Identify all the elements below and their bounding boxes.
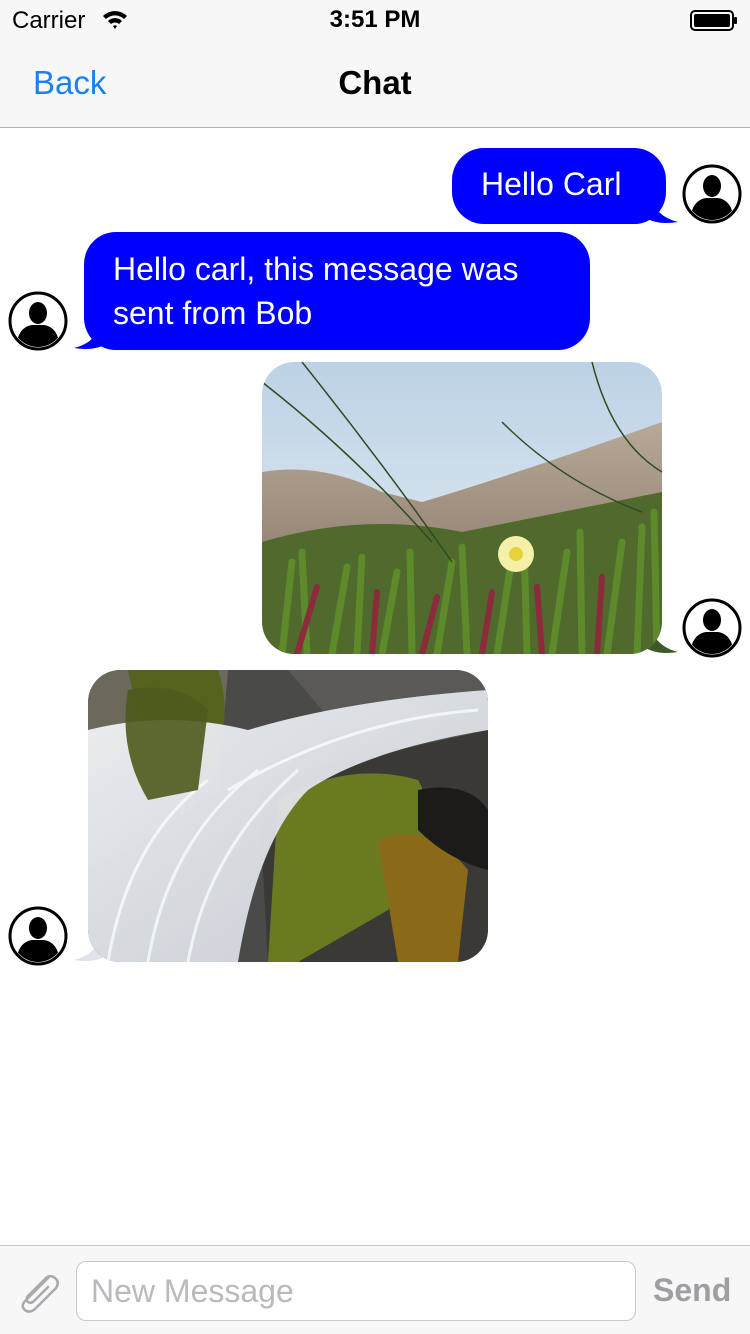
- status-bar: Carrier 3:51 PM: [0, 0, 750, 40]
- message-bubble[interactable]: Hello carl, this message was sent from B…: [84, 232, 590, 350]
- message-input-bar: Send: [0, 1245, 750, 1334]
- message-text: Hello Carl: [481, 166, 622, 202]
- send-button[interactable]: Send: [653, 1272, 731, 1309]
- avatar-icon[interactable]: [682, 598, 742, 658]
- photo-message[interactable]: [88, 670, 488, 962]
- page-title: Chat: [338, 64, 412, 101]
- avatar-icon[interactable]: [8, 906, 68, 966]
- battery-icon: [690, 10, 737, 31]
- message-input[interactable]: [76, 1261, 636, 1321]
- photo-message[interactable]: [262, 362, 662, 654]
- message-bubble[interactable]: Hello Carl: [452, 148, 666, 224]
- message-text-line: Hello carl, this message was: [113, 251, 519, 287]
- message-text-line: sent from Bob: [113, 295, 313, 331]
- avatar-icon[interactable]: [682, 164, 742, 224]
- back-button[interactable]: Back: [33, 64, 106, 102]
- status-time: 3:51 PM: [329, 6, 421, 33]
- paperclip-icon[interactable]: [14, 1270, 62, 1314]
- avatar-icon[interactable]: [8, 291, 68, 351]
- navigation-bar: Chat Back: [0, 40, 750, 128]
